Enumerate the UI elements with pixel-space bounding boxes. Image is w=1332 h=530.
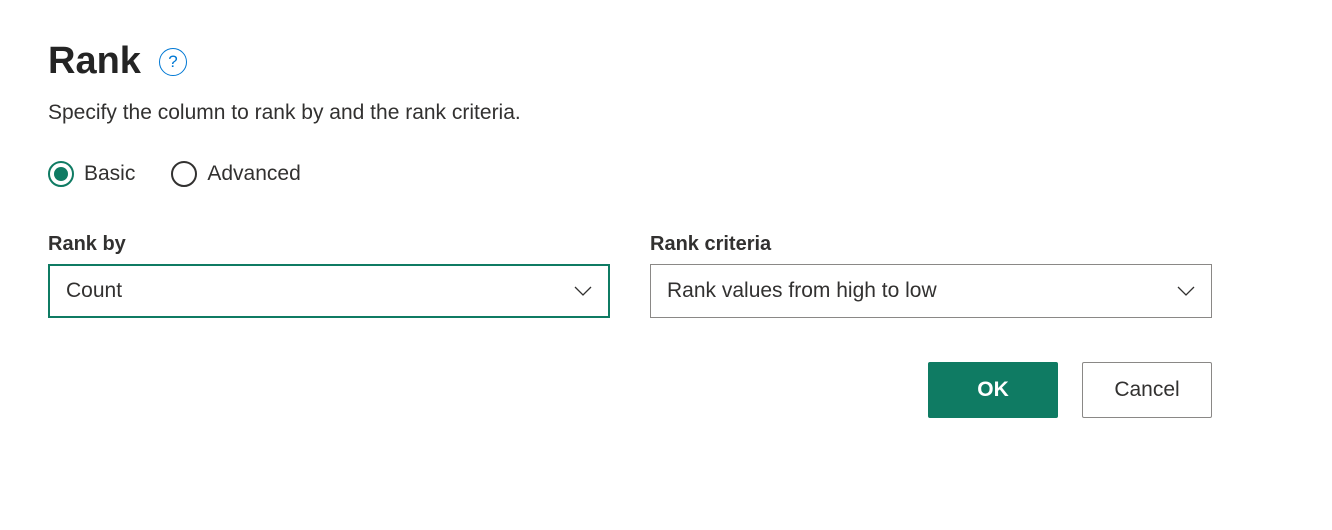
- radio-circle-icon: [171, 161, 197, 187]
- radio-advanced-label: Advanced: [207, 162, 300, 186]
- help-icon[interactable]: ?: [159, 48, 187, 76]
- dialog-subtitle: Specify the column to rank by and the ra…: [48, 101, 1284, 125]
- help-icon-glyph: ?: [168, 52, 177, 72]
- rank-by-label: Rank by: [48, 233, 610, 256]
- rank-criteria-label: Rank criteria: [650, 233, 1212, 256]
- rank-by-group: Rank by Count: [48, 233, 610, 318]
- radio-basic[interactable]: Basic: [48, 161, 135, 187]
- rank-criteria-select[interactable]: Rank values from high to low: [650, 264, 1212, 318]
- mode-radio-group: Basic Advanced: [48, 161, 1284, 187]
- cancel-button[interactable]: Cancel: [1082, 362, 1212, 418]
- rank-by-select[interactable]: Count: [48, 264, 610, 318]
- page-title: Rank: [48, 40, 141, 83]
- radio-dot-icon: [54, 167, 68, 181]
- dialog-header: Rank ?: [48, 40, 1284, 83]
- chevron-down-icon: [574, 286, 592, 296]
- radio-circle-icon: [48, 161, 74, 187]
- rank-by-value: Count: [66, 279, 122, 303]
- fields-row: Rank by Count Rank criteria Rank values …: [48, 233, 1284, 318]
- ok-button[interactable]: OK: [928, 362, 1058, 418]
- radio-basic-label: Basic: [84, 162, 135, 186]
- dialog-buttons: OK Cancel: [48, 362, 1212, 418]
- rank-criteria-value: Rank values from high to low: [667, 279, 937, 303]
- rank-criteria-group: Rank criteria Rank values from high to l…: [650, 233, 1212, 318]
- radio-advanced[interactable]: Advanced: [171, 161, 300, 187]
- chevron-down-icon: [1177, 286, 1195, 296]
